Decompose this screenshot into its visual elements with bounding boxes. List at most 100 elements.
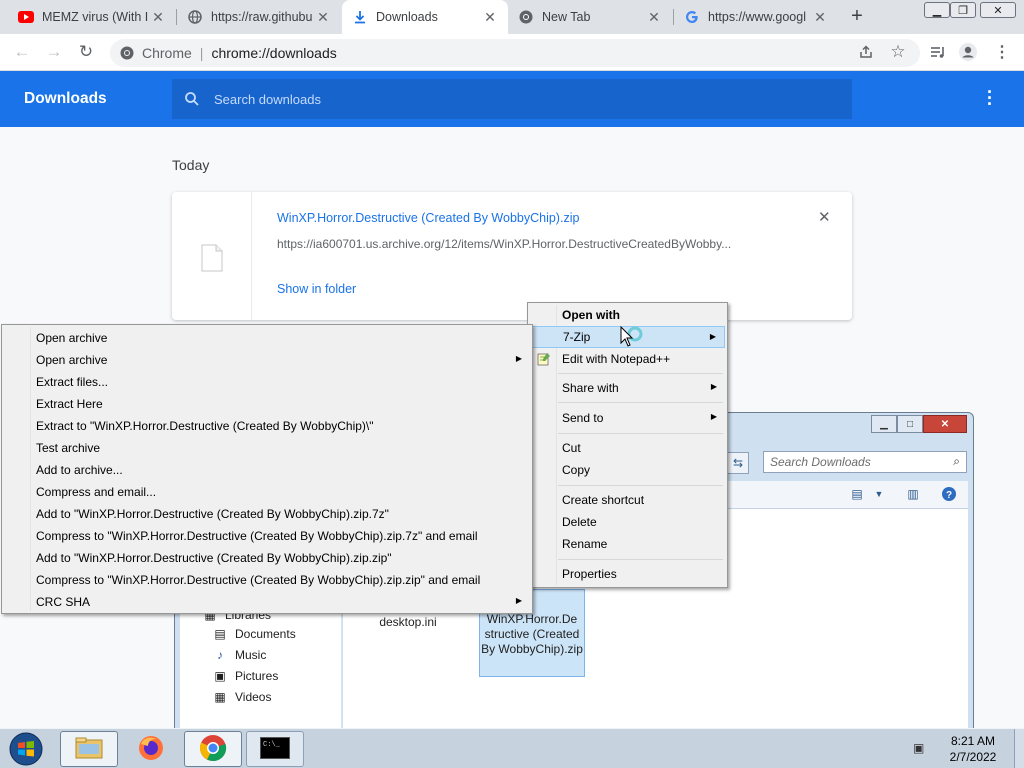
close-icon[interactable]: ✕ [150,9,166,26]
minimize-button[interactable]: ▁ [871,415,897,433]
network-icon[interactable]: ▣ [913,741,924,755]
taskbar-explorer[interactable] [60,731,118,767]
svg-text:C:\_: C:\_ [263,741,281,749]
google-icon [684,9,700,25]
zip-test-archive[interactable]: Test archive [4,437,530,459]
tab-strip: MEMZ virus (With I ✕ https://raw.githubu… [0,0,1024,34]
taskbar-cmd[interactable]: C:\_ [246,731,304,767]
menu-send-to[interactable]: Send to ▶ [530,407,725,429]
refresh-icon[interactable]: ⇆ [727,452,749,474]
more-actions-icon[interactable]: · · · [982,83,998,113]
zip-open-archive[interactable]: Open archive [4,327,530,349]
zip-open-archive-submenu[interactable]: Open archive ▶ [4,349,530,371]
tab-title: https://www.googl [708,10,806,24]
tab-downloads[interactable]: Downloads ✕ [342,0,508,34]
nav-label: Documents [235,627,296,641]
media-queue-icon[interactable] [928,42,948,62]
close-icon[interactable]: ✕ [646,9,662,26]
taskbar-firefox[interactable] [122,731,180,767]
submenu-arrow-icon: ▶ [515,354,522,363]
nav-music[interactable]: ♪ Music [212,647,266,663]
menu-properties[interactable]: Properties [530,563,725,585]
search-downloads-input[interactable]: Search downloads [172,79,852,119]
youtube-icon [18,9,34,25]
kebab-menu-icon[interactable]: ⋮ [992,42,1012,62]
view-options-icon[interactable]: ▤ [848,486,866,502]
download-source-url[interactable]: https://ia600701.us.archive.org/12/items… [277,237,777,251]
tab-google[interactable]: https://www.googl ✕ [674,0,838,34]
zip-extract-here[interactable]: Extract Here [4,393,530,415]
file-name: WinXP.Horror.De structive (Created By Wo… [481,612,583,656]
nav-pictures[interactable]: ▣ Pictures [212,668,278,684]
tab-title: MEMZ virus (With I [42,10,149,24]
menu-label: Open archive [36,331,108,345]
clock[interactable]: 8:21 AM 2/7/2022 [940,733,1006,765]
menu-open-with[interactable]: Open with [530,304,725,326]
download-filename-link[interactable]: WinXP.Horror.Destructive (Created By Wob… [277,211,579,225]
tab-new-tab[interactable]: New Tab ✕ [508,0,672,34]
zip-compress-email[interactable]: Compress and email... [4,481,530,503]
browser-toolbar: ← → ↻ Chrome | chrome://downloads ☆ ⋮ [0,34,1024,71]
menu-separator [558,373,723,374]
zip-extract-files[interactable]: Extract files... [4,371,530,393]
submenu-arrow-icon: ▶ [710,412,717,421]
zip-extract-to[interactable]: Extract to "WinXP.Horror.Destructive (Cr… [4,415,530,437]
download-icon [352,9,368,25]
zip-add-to-zip[interactable]: Add to "WinXP.Horror.Destructive (Create… [4,547,530,569]
address-divider: | [199,45,204,61]
menu-label: Copy [562,463,591,477]
reload-icon[interactable]: ↻ [76,42,96,62]
zip-add-to-archive[interactable]: Add to archive... [4,459,530,481]
forward-arrow-icon[interactable]: → [44,42,64,62]
address-bar[interactable]: Chrome | chrome://downloads [110,39,920,67]
back-arrow-icon[interactable]: ← [12,42,32,62]
remove-download-icon[interactable]: ✕ [818,208,831,226]
menu-copy[interactable]: Copy [530,459,725,481]
close-icon[interactable]: ✕ [482,9,498,26]
close-icon[interactable]: ✕ [812,9,828,26]
submenu-arrow-icon: ▶ [709,332,716,341]
nav-documents[interactable]: ▤ Documents [212,626,296,642]
menu-rename[interactable]: Rename [530,533,725,555]
taskbar: C:\_ ▣ 8:21 AM 2/7/2022 [0,728,1024,768]
explorer-icon [75,736,103,763]
tab-memz-virus[interactable]: MEMZ virus (With I ✕ [8,0,176,34]
zip-add-to-7z[interactable]: Add to "WinXP.Horror.Destructive (Create… [4,503,530,525]
menu-create-shortcut[interactable]: Create shortcut [530,489,725,511]
close-icon[interactable]: ✕ [315,9,331,26]
nav-label: Videos [235,690,272,704]
show-desktop-button[interactable] [1014,729,1024,768]
minimize-button[interactable]: ▁ [924,2,950,18]
close-button[interactable]: ✕ [923,415,967,433]
close-window-button[interactable]: ✕ [980,2,1016,18]
menu-separator [558,485,723,486]
menu-delete[interactable]: Delete [530,511,725,533]
new-tab-button[interactable]: + [846,5,868,27]
bookmark-star-icon[interactable]: ☆ [888,42,908,62]
zip-crc-sha[interactable]: CRC SHA ▶ [4,591,530,613]
search-placeholder: Search Downloads [770,455,871,469]
nav-videos[interactable]: ▦ Videos [212,689,271,705]
restore-button[interactable]: ❐ [950,2,976,18]
menu-label: Open archive [36,353,108,367]
zip-compress-zip-email[interactable]: Compress to "WinXP.Horror.Destructive (C… [4,569,530,591]
preview-pane-icon[interactable]: ▥ [904,486,922,502]
menu-separator [558,559,723,560]
file-desktop-ini[interactable]: desktop.ini [373,615,443,629]
chevron-down-icon[interactable]: ▼ [870,486,888,502]
tab-raw-github[interactable]: https://raw.githubu ✕ [177,0,341,34]
start-button[interactable] [4,731,48,767]
taskbar-chrome[interactable] [184,731,242,767]
show-in-folder-link[interactable]: Show in folder [277,282,356,296]
file-name: desktop.ini [379,615,437,629]
zip-compress-7z-email[interactable]: Compress to "WinXP.Horror.Destructive (C… [4,525,530,547]
profile-avatar-icon[interactable] [958,42,978,62]
help-icon[interactable]: ? [940,486,958,502]
address-origin: Chrome [142,45,192,61]
explorer-search-input[interactable]: Search Downloads ⌕ [763,451,967,473]
menu-separator [558,433,723,434]
menu-share-with[interactable]: Share with ▶ [530,377,725,399]
menu-cut[interactable]: Cut [530,437,725,459]
share-icon[interactable] [856,42,876,62]
maximize-button[interactable]: □ [897,415,923,433]
